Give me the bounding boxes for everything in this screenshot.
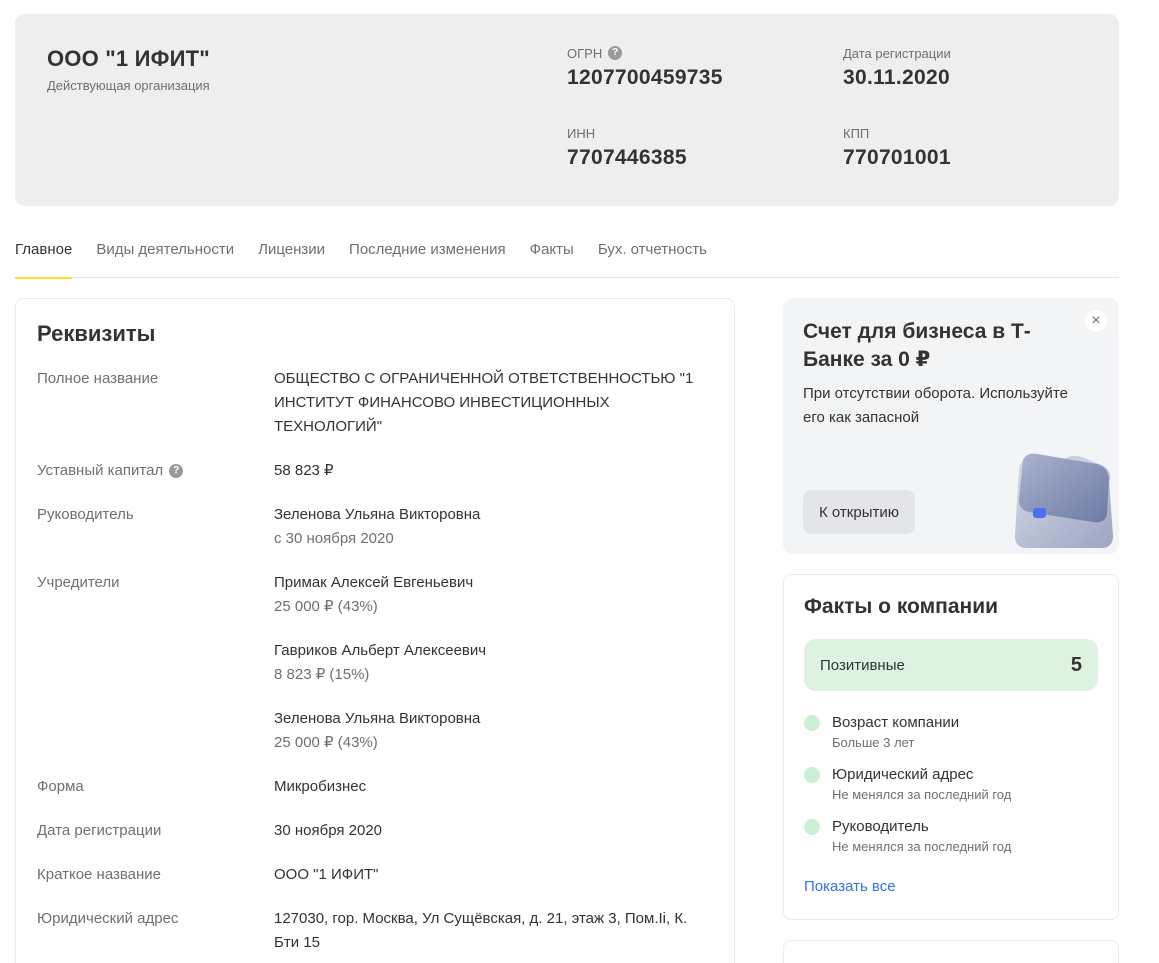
- director-since: с 30 ноября 2020: [274, 530, 394, 547]
- kpp-field: КПП 770701001: [843, 124, 951, 170]
- full-name-value: ОБЩЕСТВО С ОГРАНИЧЕННОЙ ОТВЕТСТВЕННОСТЬЮ…: [274, 370, 694, 435]
- promo-title: Счет для бизнеса в Т-Банке за 0 ₽: [803, 320, 1031, 371]
- help-icon[interactable]: ?: [608, 46, 623, 60]
- briefcase-icon: [1015, 453, 1113, 548]
- address-row: Юридический адрес 127030, гор. Москва, У…: [37, 907, 717, 955]
- short-name-label: Краткое название: [37, 866, 162, 883]
- requisites-card: Реквизиты Полное название ОБЩЕСТВО С ОГР…: [15, 298, 735, 963]
- promo-text: При отсутствии оборота. Используйте его …: [803, 385, 1068, 426]
- inn-label: ИНН: [567, 125, 596, 141]
- open-account-button[interactable]: К открытию: [803, 490, 915, 534]
- company-name: ООО "1 ИФИТ": [47, 46, 210, 71]
- company-facts-card: Факты о компании Позитивные 5 Возраст ко…: [783, 574, 1119, 920]
- tab-licenses[interactable]: Лицензии: [258, 226, 325, 278]
- inn-value: 7707446385: [567, 146, 687, 169]
- help-icon[interactable]: ?: [169, 464, 184, 478]
- founder-name[interactable]: Зеленова Ульяна Викторовна: [274, 707, 714, 731]
- director-label: Руководитель: [37, 506, 134, 523]
- capital-value: 58 823 ₽: [274, 462, 334, 479]
- positive-facts-filter[interactable]: Позитивные 5: [804, 639, 1098, 691]
- full-name-label: Полное название: [37, 370, 159, 387]
- fact-subtitle: Не менялся за последний год: [832, 787, 1012, 802]
- director-row: Руководитель Зеленова Ульяна Викторовна …: [37, 503, 717, 551]
- fact-item: Возраст компании Больше 3 лет: [804, 712, 1104, 752]
- fact-subtitle: Не менялся за последний год: [832, 839, 1012, 854]
- positive-dot-icon: [804, 715, 820, 731]
- capital-label: Уставный капитал: [37, 462, 164, 479]
- address-label: Юридический адрес: [37, 910, 179, 927]
- positive-dot-icon: [804, 767, 820, 783]
- company-status: Действующая организация: [47, 78, 210, 93]
- form-row: Форма Микробизнес: [37, 775, 717, 799]
- section-tabs: Главное Виды деятельности Лицензии После…: [15, 226, 1119, 279]
- reg-date-row-value: 30 ноября 2020: [274, 822, 383, 839]
- address-value: 127030, гор. Москва, Ул Сущёвская, д. 21…: [274, 910, 688, 951]
- full-name-row: Полное название ОБЩЕСТВО С ОГРАНИЧЕННОЙ …: [37, 367, 717, 439]
- fact-item: Руководитель Не менялся за последний год: [804, 816, 1104, 856]
- reg-date-label: Дата регистрации: [843, 45, 951, 61]
- fact-subtitle: Больше 3 лет: [832, 735, 915, 750]
- founder-name[interactable]: Примак Алексей Евгеньевич: [274, 571, 714, 595]
- tab-recent-changes[interactable]: Последние изменения: [349, 226, 506, 278]
- tab-activities[interactable]: Виды деятельности: [96, 226, 234, 278]
- positive-facts-count: 5: [1070, 653, 1082, 676]
- fact-title: Возраст компании: [832, 714, 960, 731]
- tab-accounting[interactable]: Бух. отчетность: [598, 226, 707, 278]
- reg-date-field: Дата регистрации 30.11.2020: [843, 44, 951, 90]
- inn-field: ИНН 7707446385: [567, 124, 687, 170]
- show-all-link[interactable]: Показать все: [804, 878, 896, 895]
- close-icon[interactable]: ×: [1085, 310, 1107, 332]
- facts-title: Факты о компании: [804, 595, 999, 618]
- short-name-value: ООО "1 ИФИТ": [274, 866, 379, 883]
- founders-row: Учредители Примак Алексей Евгеньевич 25 …: [37, 571, 717, 755]
- kpp-value: 770701001: [843, 146, 951, 169]
- ogrn-label: ОГРН: [567, 45, 603, 61]
- tab-facts[interactable]: Факты: [530, 226, 574, 278]
- founder-share: 8 823 ₽ (15%): [274, 666, 370, 683]
- founder-item: Зеленова Ульяна Викторовна 25 000 ₽ (43%…: [274, 707, 714, 755]
- ogrn-value: 1207700459735: [567, 66, 723, 89]
- fact-item: Юридический адрес Не менялся за последни…: [804, 764, 1104, 804]
- founder-item: Примак Алексей Евгеньевич 25 000 ₽ (43%): [274, 571, 714, 619]
- reg-date-row: Дата регистрации 30 ноября 2020: [37, 819, 717, 843]
- director-name[interactable]: Зеленова Ульяна Викторовна: [274, 503, 714, 527]
- form-label: Форма: [37, 778, 84, 795]
- founder-share: 25 000 ₽ (43%): [274, 598, 378, 615]
- founder-share: 25 000 ₽ (43%): [274, 734, 378, 751]
- fact-title: Руководитель: [832, 818, 929, 835]
- short-name-row: Краткое название ООО "1 ИФИТ": [37, 863, 717, 887]
- fact-title: Юридический адрес: [832, 766, 974, 783]
- positive-dot-icon: [804, 819, 820, 835]
- requisites-title: Реквизиты: [37, 321, 156, 346]
- reg-date-row-label: Дата регистрации: [37, 822, 162, 839]
- founders-label: Учредители: [37, 574, 120, 591]
- capital-row: Уставный капитал? 58 823 ₽: [37, 459, 717, 483]
- reg-date-value: 30.11.2020: [843, 66, 950, 89]
- founder-item: Гавриков Альберт Алексеевич 8 823 ₽ (15%…: [274, 639, 714, 687]
- tab-main[interactable]: Главное: [15, 226, 73, 279]
- founder-name[interactable]: Гавриков Альберт Алексеевич: [274, 639, 714, 663]
- positive-facts-label: Позитивные: [820, 656, 905, 674]
- ogrn-field: ОГРН? 1207700459735: [567, 44, 723, 90]
- kpp-label: КПП: [843, 125, 870, 141]
- form-value: Микробизнес: [274, 778, 367, 795]
- company-header-card: ООО "1 ИФИТ" Действующая организация ОГР…: [15, 14, 1119, 206]
- next-card: [783, 940, 1119, 963]
- promo-banner: Счет для бизнеса в Т-Банке за 0 ₽ При от…: [783, 298, 1119, 554]
